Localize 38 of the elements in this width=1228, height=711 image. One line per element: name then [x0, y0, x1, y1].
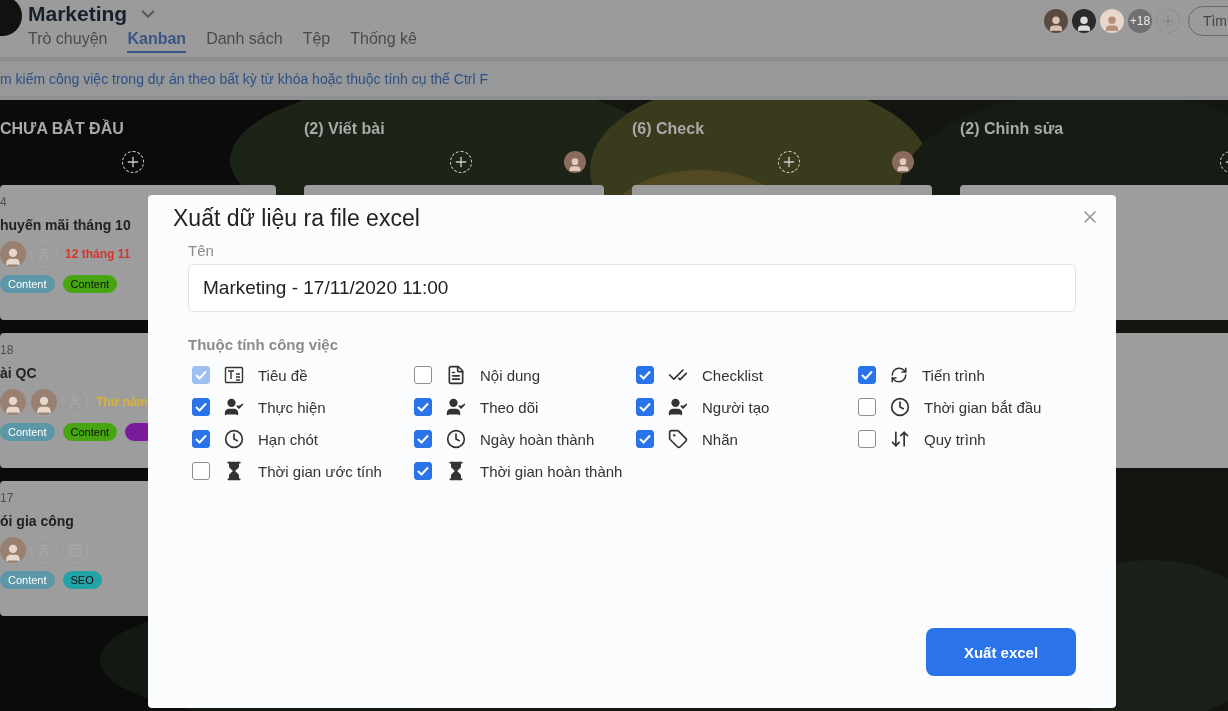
task-title: ói gia công	[0, 513, 74, 529]
column-title: (6) Check	[632, 120, 705, 138]
column-title: (2) Chỉnh sửa	[960, 120, 1064, 138]
task-tag: Content	[62, 423, 118, 441]
due-date: Thứ năm	[96, 395, 148, 409]
task-tag: SEO	[62, 571, 102, 589]
task-tag: Content	[0, 571, 55, 589]
field-option-label: Thời gian bắt đầu	[924, 398, 1042, 416]
field-option-label: Ngày hoàn thành	[480, 430, 595, 448]
project-title: Marketing	[28, 1, 128, 26]
field-option-label: Nhãn	[702, 430, 738, 448]
field-option-label: Tiến trình	[922, 366, 985, 384]
task-tag: Content	[0, 275, 55, 293]
task-tag: Content	[0, 423, 55, 441]
field-option-label: Nội dung	[480, 366, 541, 384]
field-label: Tên	[188, 242, 214, 259]
field-option-label: Quy trình	[924, 430, 986, 448]
tab[interactable]: Danh sách	[206, 30, 283, 53]
tab[interactable]: Tệp	[302, 30, 331, 53]
field-option-label: Thời gian hoàn thành	[480, 462, 623, 480]
task-id: 18	[0, 343, 14, 357]
tab[interactable]: Thống kê	[350, 30, 417, 53]
task-id: 4	[0, 195, 7, 209]
tab[interactable]: Trò chuyện	[28, 30, 108, 53]
field-option-label: Người tạo	[702, 398, 770, 416]
task-tag: Content	[62, 275, 118, 293]
field-option-label: Checklist	[702, 366, 763, 384]
member-count[interactable]: +18	[1127, 9, 1152, 33]
due-date: 12 tháng 11	[65, 247, 131, 261]
field-option-label: Theo dõi	[480, 398, 539, 416]
export-button[interactable]: Xuất excel	[926, 628, 1076, 676]
name-field[interactable]: Marketing - 17/11/2020 11:00	[188, 264, 1076, 312]
task-title: ài QC	[0, 365, 37, 381]
task-title: huyến mãi tháng 10	[0, 217, 131, 233]
task-id: 17	[0, 491, 14, 505]
column-title: (2) Viết bài	[304, 120, 385, 138]
column-title: CHƯA BẮT ĐẦU	[0, 120, 124, 138]
tab[interactable]: Kanban	[127, 30, 187, 53]
